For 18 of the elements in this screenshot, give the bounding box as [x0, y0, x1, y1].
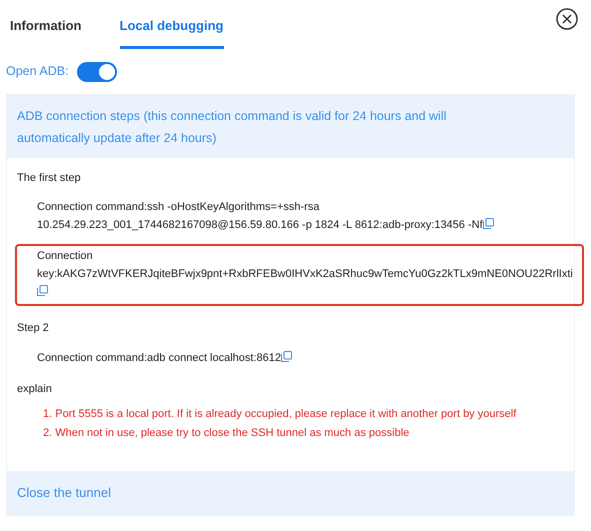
command-text: Connection command:ssh -oHostKeyAlgorithms=+ssh-rsa 10.254.29.223_001_1744682167098@156.59.80.166 -p 1824 -L 8612:adb-proxy:13456 -Nf	[37, 201, 483, 231]
step-title: Step 2	[17, 321, 50, 336]
close-icon[interactable]	[556, 8, 578, 30]
note-text: 1. Port 5555 is a local port. If it is already occupied, please replace it with another port by yourself	[43, 407, 518, 422]
copy-icon[interactable]	[37, 285, 48, 296]
copy-icon[interactable]	[482, 218, 494, 229]
command-text: Connection key:kAKG7zWtVFKERJqiteBFwjx9pnt+RxbRFEBw0IHVxK2aSRhuc9wTemcYu0Gz2kTLx9mNE0NOU22RrlIxti	[37, 249, 574, 282]
toggle-label: Open ADB:	[6, 63, 69, 80]
step-title: The first step	[17, 170, 82, 186]
tab[interactable]: Local debugging	[120, 14, 224, 48]
steps-header: ADB connection steps (this connection command is valid for 24 hours and will automatically update after 24 hours)	[7, 94, 574, 158]
close-tunnel-button[interactable]: Close the tunnel	[7, 471, 574, 514]
command-text: Connection command:adb connect localhost:8612	[37, 352, 281, 364]
copy-icon[interactable]	[281, 350, 292, 362]
note-text: 2. When not in use, please try to close the SSH tunnel as much as possible	[43, 426, 410, 441]
explain-title: explain	[17, 382, 53, 396]
tab[interactable]: Information	[10, 14, 82, 48]
toggle-switch[interactable]	[76, 62, 117, 82]
